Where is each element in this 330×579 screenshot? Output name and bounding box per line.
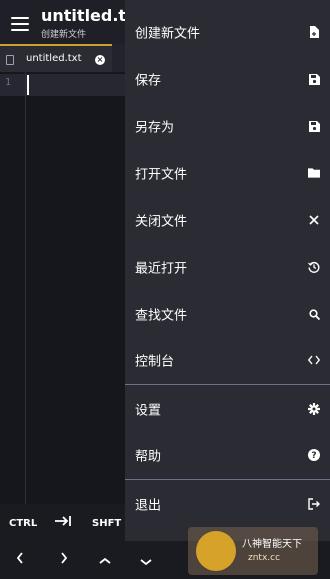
save-icon (308, 73, 320, 85)
shift-key[interactable]: SHFT (92, 518, 121, 529)
code-icon (308, 354, 320, 366)
menu-item-settings[interactable]: 设置 (125, 386, 330, 432)
menu-item-new-file[interactable]: 创建新文件 (125, 9, 330, 55)
chevron-right-icon (61, 552, 68, 564)
menu-item-label: 最近打开 (135, 261, 188, 277)
menu-item-label: 创建新文件 (135, 26, 201, 42)
tab-untitled[interactable]: untitled.txt × (0, 44, 112, 72)
drawer-menu: 创建新文件 保存 另存为 打开文件 关闭文件 最近打开 查找文件 控制台 设置 … (125, 0, 330, 541)
menu-item-recent[interactable]: 最近打开 (125, 244, 330, 290)
tab-label: untitled.txt (26, 53, 82, 64)
down-arrow-key[interactable] (140, 555, 152, 570)
tab-close-icon[interactable]: × (95, 55, 105, 65)
left-arrow-key[interactable] (16, 552, 24, 568)
folder-icon (308, 167, 320, 179)
menu-item-label: 另存为 (135, 120, 175, 136)
exit-icon (308, 498, 320, 510)
menu-item-label: 退出 (135, 498, 162, 514)
menu-item-console[interactable]: 控制台 (125, 337, 330, 383)
right-arrow-key[interactable] (60, 552, 68, 568)
app-subtitle: 创建新文件 (41, 30, 87, 40)
menu-divider (125, 479, 330, 480)
search-icon (308, 308, 320, 320)
text-cursor (27, 75, 29, 95)
menu-divider (125, 384, 330, 385)
save-as-icon (308, 120, 320, 132)
menu-item-label: 控制台 (135, 354, 175, 370)
watermark-text: 八神智能天下 (242, 539, 302, 550)
menu-item-save[interactable]: 保存 (125, 56, 330, 102)
menu-item-label: 关闭文件 (135, 214, 188, 230)
chevron-left-icon (16, 552, 23, 564)
hamburger-menu-icon[interactable] (11, 17, 29, 31)
watermark-logo (196, 531, 236, 571)
menu-item-exit[interactable]: 退出 (125, 481, 330, 527)
menu-item-label: 设置 (135, 403, 162, 419)
chevron-down-icon (140, 559, 152, 566)
close-icon (308, 214, 320, 226)
menu-item-open-file[interactable]: 打开文件 (125, 150, 330, 196)
line-gutter: 1 (0, 72, 26, 504)
up-arrow-key[interactable] (99, 554, 111, 569)
watermark: 八神智能天下 zntx.cc (188, 527, 318, 575)
line-number: 1 (5, 77, 12, 88)
tab-key[interactable] (54, 514, 72, 532)
chevron-up-icon (99, 557, 111, 564)
help-icon: ? (308, 449, 320, 461)
file-icon (6, 55, 14, 65)
history-icon (308, 261, 320, 273)
menu-item-label: 打开文件 (135, 167, 188, 183)
ctrl-key[interactable]: CTRL (9, 518, 37, 529)
new-file-icon (308, 26, 320, 38)
svg-text:?: ? (311, 451, 316, 461)
menu-item-label: 查找文件 (135, 308, 188, 324)
menu-item-help[interactable]: 帮助 ? (125, 432, 330, 478)
gear-icon (308, 403, 320, 415)
menu-item-save-as[interactable]: 另存为 (125, 103, 330, 149)
menu-item-find-file[interactable]: 查找文件 (125, 291, 330, 337)
menu-item-close-file[interactable]: 关闭文件 (125, 197, 330, 243)
watermark-url: zntx.cc (248, 553, 281, 563)
menu-item-label: 帮助 (135, 449, 162, 465)
menu-item-label: 保存 (135, 73, 162, 89)
tab-arrow-icon (55, 516, 71, 526)
